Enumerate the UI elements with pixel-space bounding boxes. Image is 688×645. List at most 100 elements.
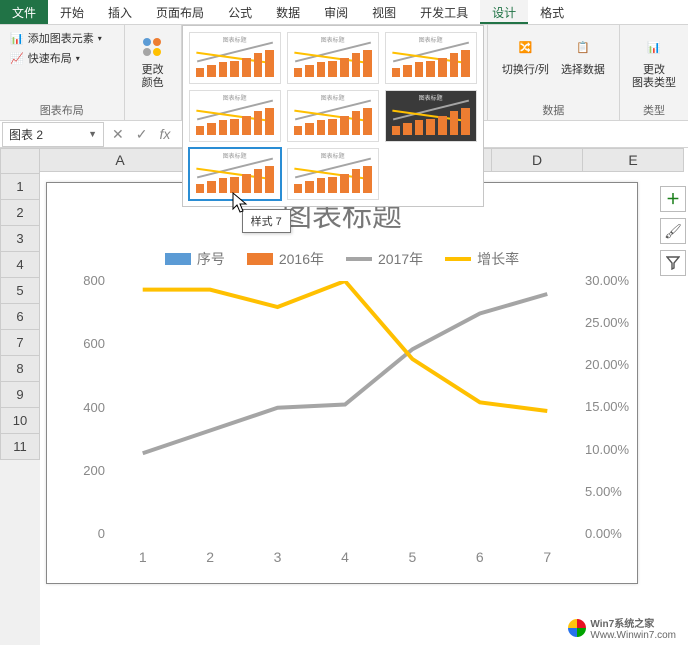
name-box[interactable]: 图表 2 ▼	[2, 122, 104, 147]
watermark: Win7系统之家 Www.Winwin7.com	[562, 613, 682, 643]
select-data-label: 选择数据	[561, 64, 605, 77]
chart-type-icon: 📊	[638, 32, 670, 64]
group-chart-layout: 📊 添加图表元素 ▾ 📈 快速布局 ▾ 图表布局	[0, 25, 125, 120]
chart-style-8[interactable]: 图表标题	[287, 148, 379, 200]
change-type-label: 更改 图表类型	[632, 64, 676, 90]
chart-legend[interactable]: 序号 2016年 2017年 增长率	[47, 249, 637, 269]
row-headers: 1 2 3 4 5 6 7 8 9 10 11	[0, 148, 40, 645]
line-series[interactable]	[109, 281, 581, 541]
chart-style-7[interactable]: 图表标题	[188, 147, 282, 201]
legend-swatch-icon	[346, 257, 372, 261]
ribbon: 📊 添加图表元素 ▾ 📈 快速布局 ▾ 图表布局 更改 颜色 图表标题 图表标题…	[0, 25, 688, 121]
chart-style-5[interactable]: 图表标题	[287, 90, 379, 142]
column-header[interactable]: D	[492, 148, 583, 172]
chevron-down-icon: ▾	[98, 34, 102, 43]
legend-label: 序号	[197, 249, 225, 269]
row-header[interactable]: 10	[0, 408, 40, 434]
tab-page-layout[interactable]: 页面布局	[144, 0, 216, 24]
row-header[interactable]: 8	[0, 356, 40, 382]
tab-formula[interactable]: 公式	[216, 0, 264, 24]
chevron-down-icon: ▾	[76, 54, 80, 63]
row-header[interactable]: 1	[0, 174, 40, 200]
group-type: 📊 更改 图表类型 类型	[620, 25, 688, 120]
quick-layout-icon: 📈	[10, 52, 24, 65]
quick-layout-label: 快速布局	[28, 50, 72, 66]
style-tooltip: 样式 7	[242, 209, 291, 233]
y-axis-right: 30.00%25.00%20.00%15.00%10.00%5.00%0.00%	[585, 273, 641, 541]
chart-side-tools: ＋ 🖌	[660, 186, 686, 276]
add-element-label: 添加图表元素	[28, 30, 94, 46]
watermark-brand: Win7系统之家	[590, 615, 676, 630]
select-data-icon: 📋	[567, 32, 599, 64]
windows-logo-icon	[568, 619, 586, 637]
legend-swatch-icon	[165, 253, 191, 265]
switch-icon: 🔀	[509, 32, 541, 64]
row-header[interactable]: 3	[0, 226, 40, 252]
tab-review[interactable]: 审阅	[312, 0, 360, 24]
plot-area[interactable]: 8006004002000 30.00%25.00%20.00%15.00%10…	[109, 281, 581, 541]
palette-icon	[137, 32, 169, 64]
row-header[interactable]: 6	[0, 304, 40, 330]
change-chart-type-button[interactable]: 📊 更改 图表类型	[626, 28, 682, 94]
x-axis: 1234567	[109, 549, 581, 565]
tab-design[interactable]: 设计	[480, 0, 528, 24]
watermark-url: Www.Winwin7.com	[590, 630, 676, 641]
legend-label: 2016年	[279, 249, 324, 269]
add-element-icon: 📊	[10, 32, 24, 45]
select-data-button[interactable]: 📋 选择数据	[555, 28, 611, 81]
column-header[interactable]: A	[40, 148, 201, 172]
row-header[interactable]: 4	[0, 252, 40, 278]
row-header[interactable]: 11	[0, 434, 40, 460]
select-all-corner[interactable]	[0, 148, 40, 174]
change-colors-button[interactable]: 更改 颜色	[131, 28, 175, 94]
legend-item[interactable]: 序号	[165, 249, 225, 269]
group-label-data: 数据	[542, 102, 564, 118]
group-label-layout: 图表布局	[40, 102, 84, 118]
chart-filters-button[interactable]	[660, 250, 686, 276]
sheet-area: 1 2 3 4 5 6 7 8 9 10 11 A D E ＋ 🖌 图表标题 序…	[0, 148, 688, 645]
tab-data[interactable]: 数据	[264, 0, 312, 24]
switch-label: 切换行/列	[502, 64, 549, 77]
chart-elements-button[interactable]: ＋	[660, 186, 686, 212]
legend-swatch-icon	[247, 253, 273, 265]
chart-style-3[interactable]: 图表标题	[385, 32, 477, 84]
name-box-value: 图表 2	[9, 126, 43, 143]
legend-swatch-icon	[445, 257, 471, 261]
chart-styles-gallery[interactable]: 图表标题 图表标题 图表标题 图表标题 图表标题 图表标题 图表标题 图表标题	[182, 25, 484, 207]
chart-styles-button[interactable]: 🖌	[660, 218, 686, 244]
switch-row-col-button[interactable]: 🔀 切换行/列	[496, 28, 555, 81]
group-chart-styles: 图表标题 图表标题 图表标题 图表标题 图表标题 图表标题 图表标题 图表标题 …	[182, 25, 488, 120]
quick-layout-button[interactable]: 📈 快速布局 ▾	[6, 48, 84, 68]
row-header[interactable]: 5	[0, 278, 40, 304]
confirm-icon[interactable]: ✓	[130, 126, 154, 143]
group-change-colors: 更改 颜色	[125, 25, 182, 120]
chart-style-6[interactable]: 图表标题	[385, 90, 477, 142]
legend-label: 2017年	[378, 249, 423, 269]
fx-icon[interactable]: fx	[153, 126, 176, 142]
add-chart-element-button[interactable]: 📊 添加图表元素 ▾	[6, 28, 106, 48]
chart-style-4[interactable]: 图表标题	[189, 90, 281, 142]
ribbon-tabs: 文件 开始 插入 页面布局 公式 数据 审阅 视图 开发工具 设计 格式	[0, 0, 688, 25]
legend-item[interactable]: 增长率	[445, 249, 519, 269]
chart-style-2[interactable]: 图表标题	[287, 32, 379, 84]
tab-home[interactable]: 开始	[48, 0, 96, 24]
column-header[interactable]: E	[583, 148, 684, 172]
group-data: 🔀 切换行/列 📋 选择数据 数据	[488, 25, 620, 120]
tab-format[interactable]: 格式	[528, 0, 576, 24]
legend-label: 增长率	[477, 249, 519, 269]
row-header[interactable]: 2	[0, 200, 40, 226]
cancel-icon[interactable]: ✕	[106, 126, 130, 143]
embedded-chart[interactable]: 图表标题 序号 2016年 2017年 增长率 8006004002000 30…	[46, 182, 638, 584]
chart-style-1[interactable]: 图表标题	[189, 32, 281, 84]
tab-developer[interactable]: 开发工具	[408, 0, 480, 24]
chevron-down-icon: ▼	[88, 129, 97, 139]
tab-file[interactable]: 文件	[0, 0, 48, 24]
legend-item[interactable]: 2017年	[346, 249, 423, 269]
tab-insert[interactable]: 插入	[96, 0, 144, 24]
row-header[interactable]: 7	[0, 330, 40, 356]
change-colors-label: 更改 颜色	[142, 64, 164, 90]
tab-view[interactable]: 视图	[360, 0, 408, 24]
legend-item[interactable]: 2016年	[247, 249, 324, 269]
row-header[interactable]: 9	[0, 382, 40, 408]
y-axis-left: 8006004002000	[61, 273, 105, 541]
